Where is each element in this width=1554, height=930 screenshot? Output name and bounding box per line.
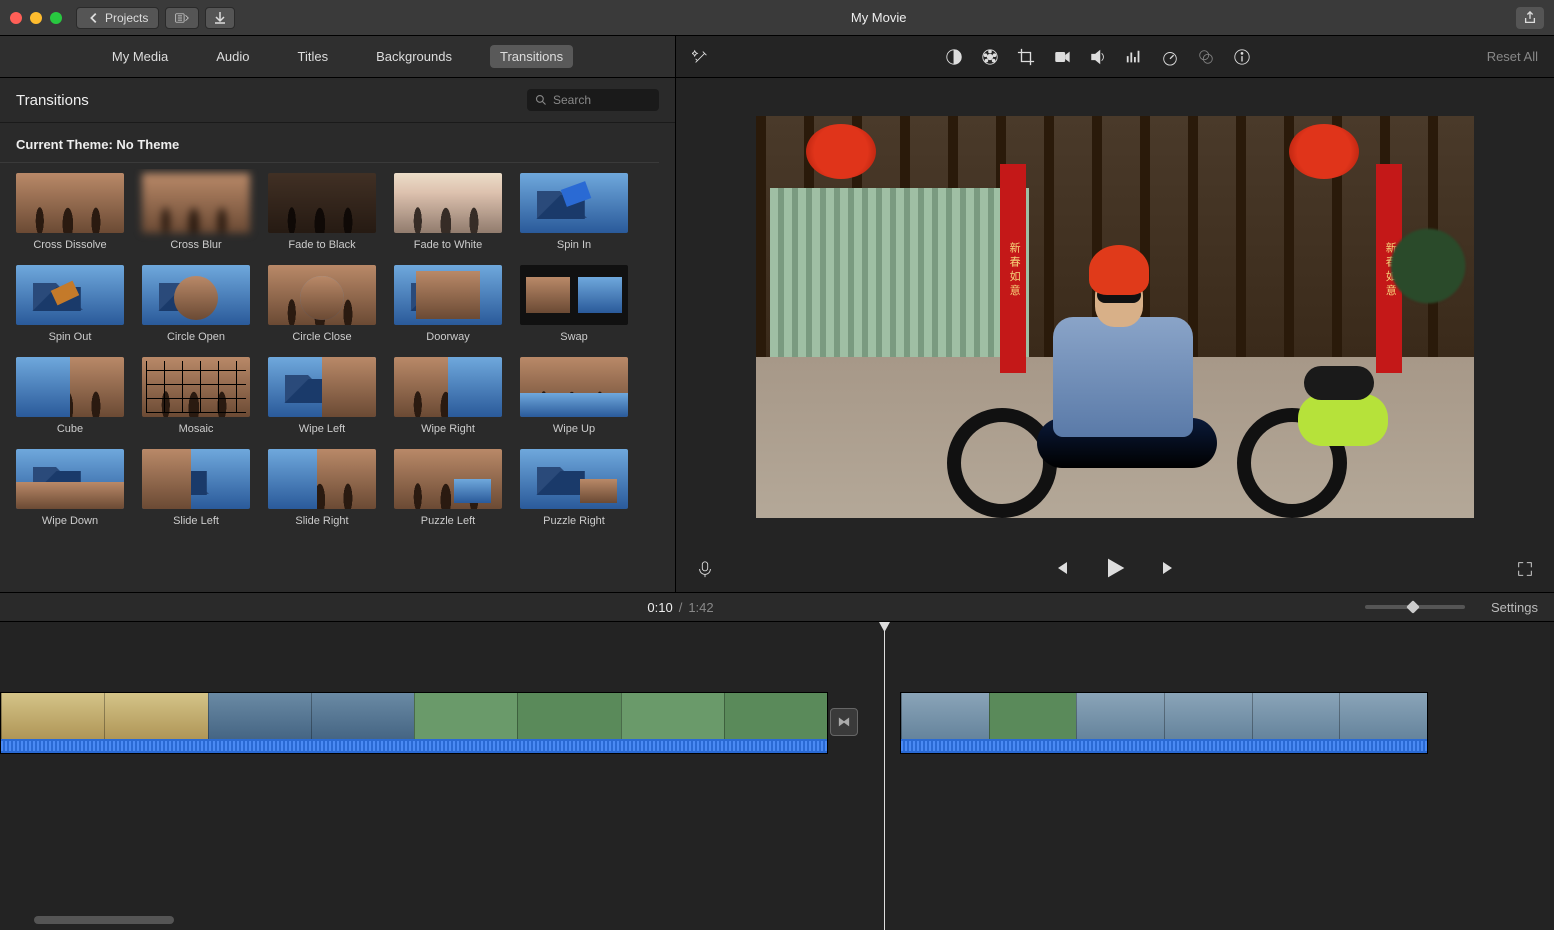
media-browser-pane: My Media Audio Titles Backgrounds Transi… bbox=[0, 36, 676, 592]
browser-tabs: My Media Audio Titles Backgrounds Transi… bbox=[0, 36, 675, 78]
minimize-window[interactable] bbox=[30, 12, 42, 24]
transition-item[interactable]: Puzzle Left bbox=[394, 449, 502, 527]
fullscreen-icon[interactable] bbox=[1516, 560, 1534, 578]
transition-item[interactable]: Circle Open bbox=[142, 265, 250, 343]
enhance-icon[interactable] bbox=[692, 48, 710, 66]
zoom-window[interactable] bbox=[50, 12, 62, 24]
stabilize-icon[interactable] bbox=[1053, 48, 1071, 66]
total-duration: 1:42 bbox=[688, 600, 713, 615]
transition-item[interactable]: Fade to White bbox=[394, 173, 502, 251]
transition-item[interactable]: Circle Close bbox=[268, 265, 376, 343]
video-preview[interactable] bbox=[756, 116, 1474, 518]
play-button[interactable] bbox=[1101, 554, 1129, 585]
transition-item[interactable]: Spin Out bbox=[16, 265, 124, 343]
search-icon bbox=[535, 94, 547, 106]
effects-icon[interactable] bbox=[1197, 48, 1215, 66]
timeline[interactable]: ⧓ bbox=[0, 622, 1554, 930]
prev-clip-button[interactable] bbox=[1051, 558, 1071, 581]
transition-item[interactable]: Wipe Up bbox=[520, 357, 628, 435]
timeline-clip[interactable] bbox=[0, 692, 828, 754]
import-media-button[interactable] bbox=[165, 7, 199, 29]
transition-item[interactable]: Wipe Left bbox=[268, 357, 376, 435]
transition-item[interactable]: Cross Blur bbox=[142, 173, 250, 251]
transitions-grid: Cross Dissolve Cross Blur Fade to Black … bbox=[0, 169, 675, 537]
volume-icon[interactable] bbox=[1089, 48, 1107, 66]
transition-item[interactable]: Wipe Down bbox=[16, 449, 124, 527]
back-label: Projects bbox=[105, 11, 148, 25]
info-icon[interactable] bbox=[1233, 48, 1251, 66]
window-controls bbox=[10, 12, 62, 24]
transition-item[interactable]: Doorway bbox=[394, 265, 502, 343]
speed-icon[interactable] bbox=[1161, 48, 1179, 66]
playback-controls bbox=[676, 546, 1554, 592]
playhead-time: 0:10 bbox=[647, 600, 672, 615]
search-input[interactable]: Search bbox=[527, 89, 659, 111]
timeline-clip[interactable] bbox=[900, 692, 1428, 754]
crop-icon[interactable] bbox=[1017, 48, 1035, 66]
horizontal-scrollbar[interactable] bbox=[34, 916, 174, 924]
reset-all-button[interactable]: Reset All bbox=[1487, 49, 1538, 64]
back-to-projects-button[interactable]: Projects bbox=[76, 7, 159, 29]
project-title: My Movie bbox=[241, 10, 1516, 25]
tab-backgrounds[interactable]: Backgrounds bbox=[366, 45, 462, 68]
close-window[interactable] bbox=[10, 12, 22, 24]
transition-item[interactable]: Mosaic bbox=[142, 357, 250, 435]
color-wheel-icon[interactable] bbox=[981, 48, 999, 66]
transition-item[interactable]: Cube bbox=[16, 357, 124, 435]
audio-waveform bbox=[1, 739, 827, 753]
viewer-pane: Reset All bbox=[676, 36, 1554, 592]
share-button[interactable] bbox=[1516, 7, 1544, 29]
timeline-settings-button[interactable]: Settings bbox=[1491, 600, 1538, 615]
download-button[interactable] bbox=[205, 7, 235, 29]
tab-transitions[interactable]: Transitions bbox=[490, 45, 573, 68]
transition-item[interactable]: Puzzle Right bbox=[520, 449, 628, 527]
transition-item[interactable]: Cross Dissolve bbox=[16, 173, 124, 251]
current-theme-label: Current Theme: No Theme bbox=[0, 123, 659, 163]
eq-icon[interactable] bbox=[1125, 48, 1143, 66]
audio-waveform bbox=[901, 739, 1427, 753]
zoom-slider[interactable] bbox=[1365, 605, 1465, 609]
transition-item[interactable]: Swap bbox=[520, 265, 628, 343]
viewer-toolbar: Reset All bbox=[676, 36, 1554, 78]
timeline-header: 0:10 / 1:42 Settings bbox=[0, 592, 1554, 622]
next-clip-button[interactable] bbox=[1159, 558, 1179, 581]
playhead[interactable] bbox=[884, 622, 885, 930]
tab-my-media[interactable]: My Media bbox=[102, 45, 178, 68]
voiceover-icon[interactable] bbox=[696, 560, 714, 578]
window-titlebar: Projects My Movie bbox=[0, 0, 1554, 36]
transition-marker[interactable]: ⧓ bbox=[830, 708, 858, 736]
tab-audio[interactable]: Audio bbox=[206, 45, 259, 68]
transition-item[interactable]: Wipe Right bbox=[394, 357, 502, 435]
transition-item[interactable]: Fade to Black bbox=[268, 173, 376, 251]
browser-section-title: Transitions bbox=[16, 92, 89, 109]
tab-titles[interactable]: Titles bbox=[288, 45, 339, 68]
transition-item[interactable]: Slide Right bbox=[268, 449, 376, 527]
color-balance-icon[interactable] bbox=[945, 48, 963, 66]
transition-item[interactable]: Spin In bbox=[520, 173, 628, 251]
transition-item[interactable]: Slide Left bbox=[142, 449, 250, 527]
search-placeholder: Search bbox=[553, 93, 591, 107]
